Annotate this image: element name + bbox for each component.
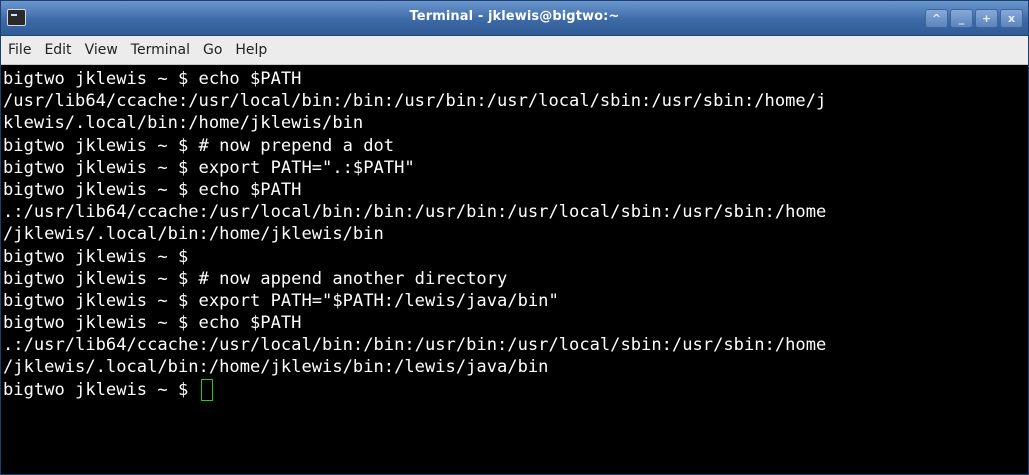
terminal-line: bigtwo jklewis ~ $ # now append another … — [3, 268, 508, 289]
terminal-line: bigtwo jklewis ~ $ export PATH=".:$PATH" — [3, 157, 415, 178]
terminal-line: /usr/lib64/ccache:/usr/local/bin:/bin:/u… — [3, 91, 827, 112]
maximize-button[interactable]: + — [975, 9, 998, 28]
menu-edit[interactable]: Edit — [44, 42, 71, 58]
terminal-screen[interactable]: bigtwo jklewis ~ $ echo $PATH /usr/lib64… — [1, 65, 1028, 474]
close-button[interactable]: x — [1000, 9, 1023, 28]
terminal-line: .:/usr/lib64/ccache:/usr/local/bin:/bin:… — [3, 335, 827, 356]
terminal-line: /jklewis/.local/bin:/home/jklewis/bin — [3, 224, 384, 245]
title-bar[interactable]: Terminal - jklewis@bigtwo:~ ^ _ + x — [1, 1, 1028, 36]
terminal-line: bigtwo jklewis ~ $ — [3, 246, 189, 267]
minimize-button[interactable]: _ — [950, 9, 973, 28]
terminal-line: /jklewis/.local/bin:/home/jklewis/bin:/l… — [3, 357, 549, 378]
window-controls: ^ _ + x — [925, 9, 1023, 28]
menu-go[interactable]: Go — [203, 42, 222, 58]
terminal-line: bigtwo jklewis ~ $ echo $PATH — [3, 313, 302, 334]
text-cursor — [200, 378, 213, 401]
menu-terminal[interactable]: Terminal — [131, 42, 190, 58]
current-prompt: bigtwo jklewis ~ $ — [3, 379, 199, 400]
terminal-line: bigtwo jklewis ~ $ # now prepend a dot — [3, 135, 395, 156]
menu-help[interactable]: Help — [235, 42, 267, 58]
terminal-line: bigtwo jklewis ~ $ echo $PATH — [3, 69, 302, 89]
menu-view[interactable]: View — [85, 42, 118, 58]
terminal-line: bigtwo jklewis ~ $ export PATH="$PATH:/l… — [3, 290, 559, 311]
terminal-line: .:/usr/lib64/ccache:/usr/local/bin:/bin:… — [3, 202, 827, 223]
menu-bar: File Edit View Terminal Go Help — [1, 36, 1028, 65]
terminal-line: bigtwo jklewis ~ $ echo $PATH — [3, 179, 302, 200]
terminal-window: Terminal - jklewis@bigtwo:~ ^ _ + x File… — [0, 0, 1029, 475]
menu-file[interactable]: File — [8, 42, 31, 58]
terminal-line: klewis/.local/bin:/home/jklewis/bin — [3, 113, 364, 134]
window-title: Terminal - jklewis@bigtwo:~ — [409, 9, 620, 24]
terminal-prompt-line: bigtwo jklewis ~ $ — [3, 378, 1028, 401]
roll-up-button[interactable]: ^ — [925, 9, 948, 28]
